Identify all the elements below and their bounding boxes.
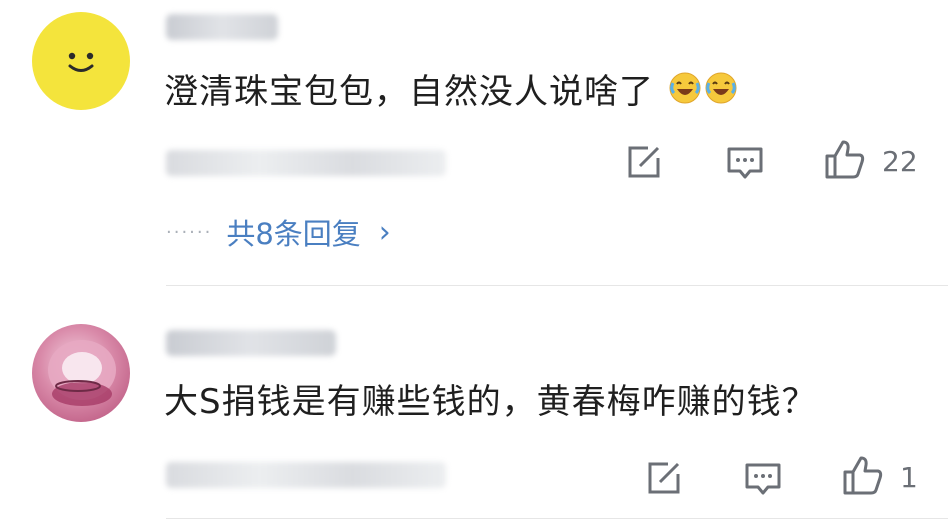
comment-text: 澄清珠宝包包，自然没人说啥了 [164,72,654,112]
comment-meta-blurred [166,462,446,488]
thumb-up-icon[interactable] [842,454,884,496]
username-blurred[interactable] [166,330,336,356]
username-blurred[interactable] [166,14,278,40]
chevron-right-icon: › [378,214,391,250]
divider [166,518,948,519]
like-count: 22 [882,145,918,178]
replies-label: 共8条回复 [226,217,361,251]
share-icon[interactable] [646,460,682,496]
laughing-crying-emoji [668,71,702,116]
comment-icon[interactable] [726,146,764,182]
divider [166,285,948,286]
comment-meta-blurred [166,150,446,176]
smile-avatar-icon [68,52,94,72]
ellipsis-divider: ······ [166,221,213,243]
avatar-image [48,340,116,406]
comment-item: 大S捐钱是有赚些钱的，黄春梅咋赚的钱？ 1 [0,290,948,522]
laughing-crying-emoji [704,71,738,116]
comment-content: 澄清珠宝包包，自然没人说啥了 [164,70,738,116]
comment-item: 澄清珠宝包包，自然没人说啥了 22 ······ 共8条回复 › [0,0,948,290]
view-replies-link[interactable]: ······ 共8条回复 › [166,210,391,254]
avatar[interactable] [32,12,130,110]
comment-text: 大S捐钱是有赚些钱的，黄春梅咋赚的钱？ [164,382,817,422]
thumb-up-icon[interactable] [824,138,866,180]
like-count: 1 [900,461,918,494]
comment-icon[interactable] [744,462,782,498]
avatar[interactable] [32,324,130,422]
share-icon[interactable] [626,144,662,180]
comment-content: 大S捐钱是有赚些钱的，黄春梅咋赚的钱？ [164,380,817,424]
